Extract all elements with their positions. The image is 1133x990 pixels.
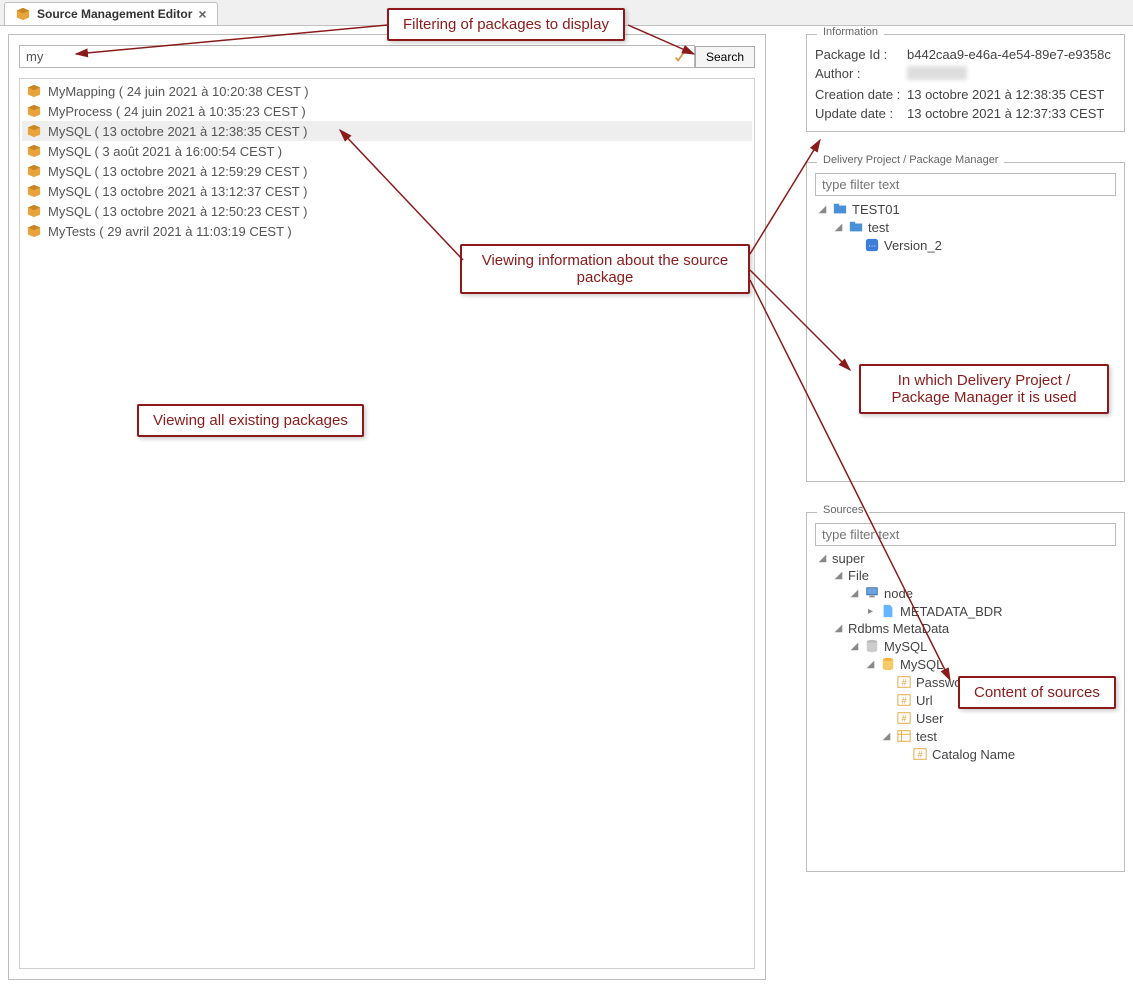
callout-delivery: In which Delivery Project / Package Mana… bbox=[859, 364, 1109, 414]
property-icon: # bbox=[896, 692, 912, 708]
computer-icon bbox=[864, 585, 880, 601]
package-label: MySQL ( 13 octobre 2021 à 12:50:23 CEST … bbox=[48, 204, 307, 219]
svg-text:#: # bbox=[902, 696, 907, 706]
package-label: MySQL ( 3 août 2021 à 16:00:54 CEST ) bbox=[48, 144, 282, 159]
filter-input[interactable] bbox=[19, 45, 695, 68]
box-icon bbox=[26, 143, 42, 159]
box-icon bbox=[26, 83, 42, 99]
search-button[interactable]: Search bbox=[695, 46, 755, 68]
tree-item-test01[interactable]: ◢TEST01 bbox=[815, 200, 1116, 218]
box-icon bbox=[26, 123, 42, 139]
property-icon: # bbox=[896, 674, 912, 690]
property-icon: # bbox=[896, 710, 912, 726]
package-row[interactable]: MyProcess ( 24 juin 2021 à 10:35:23 CEST… bbox=[22, 101, 752, 121]
callout-info: Viewing information about the source pac… bbox=[460, 244, 750, 294]
version-icon: ⋯ bbox=[864, 237, 880, 253]
box-icon bbox=[26, 103, 42, 119]
database-icon bbox=[864, 638, 880, 654]
property-icon: # bbox=[912, 746, 928, 762]
sources-filter-input[interactable] bbox=[815, 523, 1116, 546]
svg-text:#: # bbox=[902, 678, 907, 688]
package-label: MySQL ( 13 octobre 2021 à 12:59:29 CEST … bbox=[48, 164, 307, 179]
tab-source-management-editor[interactable]: Source Management Editor × bbox=[4, 2, 218, 25]
folder-icon bbox=[848, 219, 864, 235]
update-value: 13 octobre 2021 à 12:37:33 CEST bbox=[907, 106, 1104, 121]
close-icon[interactable]: × bbox=[198, 7, 206, 21]
package-label: MySQL ( 13 octobre 2021 à 13:12:37 CEST … bbox=[48, 184, 307, 199]
svg-text:⋯: ⋯ bbox=[868, 242, 876, 251]
package-row[interactable]: MySQL ( 13 octobre 2021 à 12:59:29 CEST … bbox=[22, 161, 752, 181]
callout-filter: Filtering of packages to display bbox=[387, 8, 625, 41]
tree-item-version2[interactable]: ⋯Version_2 bbox=[815, 236, 1116, 254]
tree-item[interactable]: #User bbox=[815, 709, 1116, 727]
label: Package Id : bbox=[815, 47, 907, 62]
box-icon bbox=[26, 163, 42, 179]
package-label: MyProcess ( 24 juin 2021 à 10:35:23 CEST… bbox=[48, 104, 306, 119]
callout-viewing: Viewing all existing packages bbox=[137, 404, 364, 437]
tree-item[interactable]: ▸METADATA_BDR bbox=[815, 602, 1116, 620]
database-icon bbox=[880, 656, 896, 672]
callout-sources: Content of sources bbox=[958, 676, 1116, 709]
delivery-filter-input[interactable] bbox=[815, 173, 1116, 196]
box-icon bbox=[26, 203, 42, 219]
tree-item[interactable]: ◢super bbox=[815, 550, 1116, 567]
tree-item[interactable]: ◢test bbox=[815, 727, 1116, 745]
tree-item[interactable]: ◢MySQL bbox=[815, 655, 1116, 673]
author-value bbox=[907, 66, 967, 83]
table-icon bbox=[896, 728, 912, 744]
package-row[interactable]: MySQL ( 13 octobre 2021 à 12:50:23 CEST … bbox=[22, 201, 752, 221]
box-icon bbox=[15, 6, 31, 22]
folder-icon bbox=[832, 201, 848, 217]
label: Creation date : bbox=[815, 87, 907, 102]
tree-item-test[interactable]: ◢test bbox=[815, 218, 1116, 236]
label: Author : bbox=[815, 66, 907, 83]
file-icon bbox=[880, 603, 896, 619]
sources-legend: Sources bbox=[817, 504, 869, 516]
information-panel: Information Package Id :b442caa9-e46a-4e… bbox=[806, 34, 1125, 132]
delivery-legend: Delivery Project / Package Manager bbox=[817, 154, 1004, 166]
package-list: MyMapping ( 24 juin 2021 à 10:20:38 CEST… bbox=[19, 78, 755, 969]
package-row[interactable]: MySQL ( 3 août 2021 à 16:00:54 CEST ) bbox=[22, 141, 752, 161]
package-row[interactable]: MyMapping ( 24 juin 2021 à 10:20:38 CEST… bbox=[22, 81, 752, 101]
delivery-panel: Delivery Project / Package Manager ◢TEST… bbox=[806, 162, 1125, 482]
package-label: MyTests ( 29 avril 2021 à 11:03:19 CEST … bbox=[48, 224, 292, 239]
svg-text:#: # bbox=[902, 714, 907, 724]
svg-text:#: # bbox=[918, 750, 923, 760]
tree-item[interactable]: ◢Rdbms MetaData bbox=[815, 620, 1116, 637]
information-legend: Information bbox=[817, 26, 884, 38]
tree-item[interactable]: ◢MySQL bbox=[815, 637, 1116, 655]
package-label: MySQL ( 13 octobre 2021 à 12:38:35 CEST … bbox=[48, 124, 307, 139]
package-row[interactable]: MySQL ( 13 octobre 2021 à 13:12:37 CEST … bbox=[22, 181, 752, 201]
clear-filter-icon[interactable] bbox=[673, 49, 689, 65]
tab-title: Source Management Editor bbox=[37, 7, 192, 21]
package-row[interactable]: MySQL ( 13 octobre 2021 à 12:38:35 CEST … bbox=[22, 121, 752, 141]
package-row[interactable]: MyTests ( 29 avril 2021 à 11:03:19 CEST … bbox=[22, 221, 752, 241]
tree-item[interactable]: #Catalog Name bbox=[815, 745, 1116, 763]
label: Update date : bbox=[815, 106, 907, 121]
box-icon bbox=[26, 183, 42, 199]
package-label: MyMapping ( 24 juin 2021 à 10:20:38 CEST… bbox=[48, 84, 309, 99]
tree-item[interactable]: ◢File bbox=[815, 567, 1116, 584]
creation-value: 13 octobre 2021 à 12:38:35 CEST bbox=[907, 87, 1104, 102]
package-id-value: b442caa9-e46a-4e54-89e7-e9358c bbox=[907, 47, 1111, 62]
box-icon bbox=[26, 223, 42, 239]
left-panel: Search MyMapping ( 24 juin 2021 à 10:20:… bbox=[8, 34, 766, 980]
tree-item[interactable]: ◢node bbox=[815, 584, 1116, 602]
